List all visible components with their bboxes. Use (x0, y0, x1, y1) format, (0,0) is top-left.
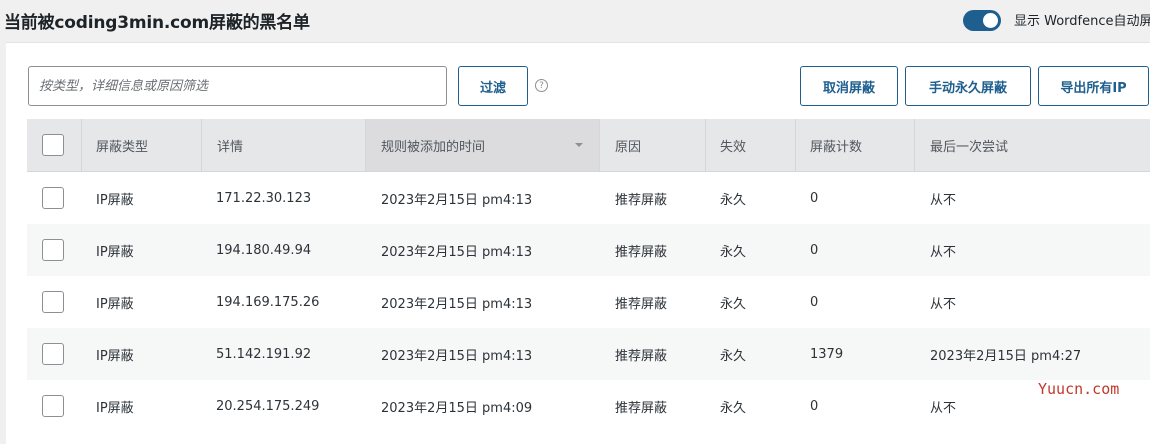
cell-block-type: IP屏蔽 (96, 192, 134, 208)
cell-last-attempt: 从不 (930, 296, 957, 312)
cell-last-attempt: 从不 (930, 244, 957, 260)
row-checkbox[interactable] (42, 291, 64, 313)
cell-added-time: 2023年2月15日 pm4:13 (381, 244, 533, 260)
cell-reason: 推荐屏蔽 (615, 296, 668, 312)
column-header-block-type[interactable]: 屏蔽类型 (81, 119, 201, 171)
column-header-expiry[interactable]: 失效 (705, 119, 795, 171)
select-all-checkbox[interactable] (42, 134, 64, 156)
cell-last-attempt: 从不 (930, 192, 957, 208)
cell-block-type: IP屏蔽 (96, 296, 134, 312)
cell-last-attempt: 2023年2月15日 pm4:27 (930, 348, 1082, 364)
row-select-cell (42, 328, 64, 380)
cell-block-type: IP屏蔽 (96, 244, 134, 260)
row-checkbox[interactable] (42, 395, 64, 417)
cell-added-time: 2023年2月15日 pm4:13 (381, 348, 533, 364)
cell-expiry: 永久 (720, 348, 747, 364)
blocks-table: 屏蔽类型 详情 规则被添加的时间 原因 失效 屏蔽计数 最后一次尝试 IP屏蔽 1… (27, 119, 1150, 432)
cell-block-count: 0 (810, 398, 819, 414)
row-select-cell (42, 380, 64, 432)
column-header-last-attempt[interactable]: 最后一次尝试 (914, 119, 1150, 171)
row-checkbox[interactable] (42, 187, 64, 209)
cell-block-count: 0 (810, 242, 819, 258)
cell-detail: 51.142.191.92 (216, 346, 312, 362)
column-header-reason[interactable]: 原因 (599, 119, 705, 171)
cell-reason: 推荐屏蔽 (615, 348, 668, 364)
column-header-added-time-label: 规则被添加的时间 (381, 139, 486, 155)
cell-expiry: 永久 (720, 296, 747, 312)
column-header-added-time[interactable]: 规则被添加的时间 (365, 119, 599, 171)
cell-added-time: 2023年2月15日 pm4:13 (381, 296, 533, 312)
table-row[interactable]: IP屏蔽 194.180.49.94 2023年2月15日 pm4:13 推荐屏蔽 永久… (27, 224, 1150, 276)
filter-input[interactable] (28, 66, 447, 106)
cell-block-type: IP屏蔽 (96, 348, 134, 364)
cell-detail: 20.254.175.249 (216, 398, 320, 414)
cell-reason: 推荐屏蔽 (615, 400, 668, 416)
row-checkbox[interactable] (42, 239, 64, 261)
help-icon[interactable]: ? (535, 79, 548, 92)
cell-added-time: 2023年2月15日 pm4:09 (381, 400, 533, 416)
toggle-knob (983, 13, 998, 28)
unblock-button[interactable]: 取消屏蔽 (800, 66, 898, 106)
table-row[interactable]: IP屏蔽 51.142.191.92 2023年2月15日 pm4:13 推荐屏蔽 永久… (27, 328, 1150, 380)
cell-expiry: 永久 (720, 244, 747, 260)
table-row[interactable]: IP屏蔽 20.254.175.249 2023年2月15日 pm4:09 推荐屏蔽 永… (27, 380, 1150, 432)
table-row[interactable]: IP屏蔽 171.22.30.123 2023年2月15日 pm4:13 推荐屏蔽 永久… (27, 172, 1150, 224)
filter-button[interactable]: 过滤 (458, 66, 528, 106)
cell-block-count: 0 (810, 294, 819, 310)
cell-reason: 推荐屏蔽 (615, 192, 668, 208)
column-header-block-count[interactable]: 屏蔽计数 (795, 119, 914, 171)
cell-expiry: 永久 (720, 192, 747, 208)
manual-permanent-block-button[interactable]: 手动永久屏蔽 (905, 66, 1031, 106)
wordfence-auto-block-toggle[interactable] (963, 10, 1001, 31)
select-all-cell (42, 119, 64, 171)
page-title: 当前被coding3min.com屏蔽的黑名单 (4, 13, 310, 33)
cell-detail: 194.169.175.26 (216, 294, 320, 310)
row-select-cell (42, 276, 64, 328)
cell-block-count: 1379 (810, 346, 844, 362)
cell-added-time: 2023年2月15日 pm4:13 (381, 192, 533, 208)
row-checkbox[interactable] (42, 343, 64, 365)
toggle-label: 显示 Wordfence自动屏 (1014, 14, 1150, 29)
column-header-detail[interactable]: 详情 (201, 119, 365, 171)
row-select-cell (42, 224, 64, 276)
cell-detail: 194.180.49.94 (216, 242, 312, 258)
cell-reason: 推荐屏蔽 (615, 244, 668, 260)
cell-block-type: IP屏蔽 (96, 400, 134, 416)
table-row[interactable]: IP屏蔽 194.169.175.26 2023年2月15日 pm4:13 推荐屏蔽 永… (27, 276, 1150, 328)
table-header-row: 屏蔽类型 详情 规则被添加的时间 原因 失效 屏蔽计数 最后一次尝试 (27, 119, 1150, 172)
watermark: Yuucn.com (1038, 380, 1120, 398)
cell-detail: 171.22.30.123 (216, 190, 312, 206)
cell-block-count: 0 (810, 190, 819, 206)
export-all-ips-button[interactable]: 导出所有IP (1038, 66, 1149, 106)
row-select-cell (42, 172, 64, 224)
cell-last-attempt: 从不 (930, 400, 957, 416)
cell-expiry: 永久 (720, 400, 747, 416)
page-header: 当前被coding3min.com屏蔽的黑名单 显示 Wordfence自动屏 (0, 0, 1150, 42)
sort-descending-icon (575, 143, 583, 147)
